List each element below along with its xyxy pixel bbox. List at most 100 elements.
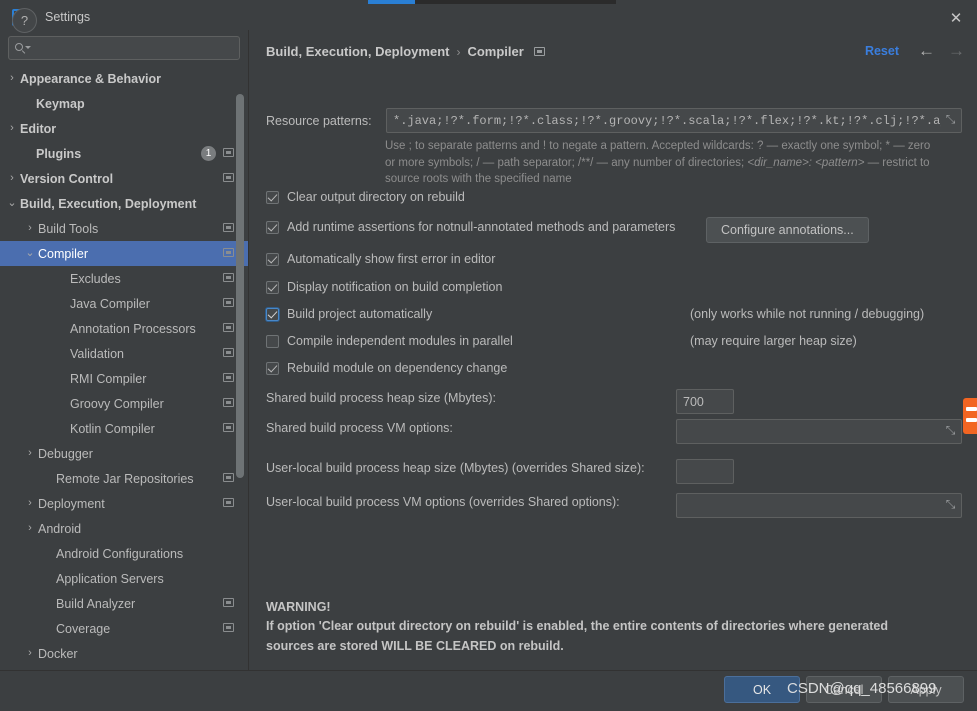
chevron-right-icon[interactable]: › [24, 223, 36, 234]
sidebar-item-coverage[interactable]: Coverage [0, 616, 248, 641]
sidebar-item-label: Build Tools [38, 221, 99, 236]
sidebar-item-groovy-compiler[interactable]: Groovy Compiler [0, 391, 248, 416]
sidebar-item-label: Plugins [36, 146, 82, 161]
vm-options-input[interactable]: ⤡ [676, 493, 962, 518]
settings-scope-icon[interactable] [223, 148, 234, 157]
checkbox-row[interactable]: Rebuild module on dependency change [266, 361, 507, 375]
chevron-down-icon[interactable]: ⌄ [24, 248, 36, 259]
chevron-right-icon[interactable]: › [24, 523, 36, 534]
warning-message: WARNING! If option 'Clear output directo… [266, 598, 946, 656]
sidebar-item-keymap[interactable]: Keymap [0, 91, 248, 116]
checkbox-row[interactable]: Clear output directory on rebuild [266, 190, 465, 204]
checkbox-icon[interactable] [266, 334, 279, 348]
chevron-right-icon[interactable]: › [6, 173, 18, 184]
field-label: User-local build process heap size (Mbyt… [266, 461, 645, 475]
settings-scope-icon[interactable] [223, 423, 234, 432]
resource-patterns-field[interactable]: *.java;!?*.form;!?*.class;!?*.groovy;!?*… [386, 108, 962, 133]
settings-scope-icon[interactable] [223, 623, 234, 632]
checkbox-icon[interactable] [266, 220, 279, 234]
breadcrumb-parent[interactable]: Build, Execution, Deployment [266, 44, 449, 59]
forward-arrow-icon[interactable]: → [948, 42, 965, 59]
chevron-down-icon[interactable]: ⌄ [6, 198, 18, 209]
sidebar-item-android[interactable]: › Android [0, 516, 248, 541]
settings-scope-icon[interactable] [223, 498, 234, 507]
help-button[interactable]: ? [12, 8, 37, 33]
sidebar-item-docker[interactable]: › Docker [0, 641, 248, 666]
sidebar-item-java-compiler[interactable]: Java Compiler [0, 291, 248, 316]
sidebar-item-editor[interactable]: › Editor [0, 116, 248, 141]
sidebar-item-version-control[interactable]: › Version Control [0, 166, 248, 191]
expand-icon[interactable]: ⤡ [944, 113, 957, 126]
sidebar-item-debugger[interactable]: › Debugger [0, 441, 248, 466]
cancel-button[interactable]: Cancel [806, 676, 882, 703]
settings-scope-icon[interactable] [223, 473, 234, 482]
chevron-right-icon[interactable]: › [6, 73, 18, 84]
settings-scope-icon[interactable] [223, 348, 234, 357]
heap-size-input[interactable] [676, 389, 734, 414]
checkbox-row[interactable]: Display notification on build completion [266, 280, 502, 294]
checkbox-row[interactable]: Compile independent modules in parallel [266, 334, 513, 348]
search-input[interactable] [33, 41, 233, 55]
chevron-right-icon[interactable]: › [24, 448, 36, 459]
sidebar-scrollbar-track[interactable] [236, 62, 246, 662]
sidebar-item-validation[interactable]: Validation [0, 341, 248, 366]
chevron-right-icon[interactable]: › [24, 498, 36, 509]
sidebar-item-application-servers[interactable]: Application Servers [0, 566, 248, 591]
search-box[interactable] [8, 36, 240, 60]
sidebar-item-compiler[interactable]: ⌄ Compiler [0, 241, 248, 266]
back-arrow-icon[interactable]: ← [918, 42, 935, 59]
settings-scope-icon[interactable] [223, 598, 234, 607]
settings-scope-icon[interactable] [223, 248, 234, 257]
field-label: User-local build process VM options (ove… [266, 495, 620, 509]
expand-icon[interactable]: ⤡ [944, 498, 957, 511]
sidebar-item-kotlin-compiler[interactable]: Kotlin Compiler [0, 416, 248, 441]
chevron-right-icon[interactable]: › [6, 123, 18, 134]
checkbox-icon[interactable] [266, 307, 279, 321]
checkbox-icon[interactable] [266, 361, 279, 375]
checkbox-icon[interactable] [266, 190, 279, 204]
sidebar-item-build-execution-deployment[interactable]: ⌄ Build, Execution, Deployment [0, 191, 248, 216]
checkbox-row[interactable]: Automatically show first error in editor [266, 252, 495, 266]
settings-scope-icon[interactable] [533, 47, 545, 56]
sidebar-item-build-analyzer[interactable]: Build Analyzer [0, 591, 248, 616]
sidebar-item-label: Application Servers [56, 571, 164, 586]
sidebar-item-deployment[interactable]: › Deployment [0, 491, 248, 516]
sidebar-item-build-tools[interactable]: › Build Tools [0, 216, 248, 241]
checkbox-icon[interactable] [266, 252, 279, 266]
settings-scope-icon[interactable] [223, 273, 234, 282]
checkbox-row[interactable]: Add runtime assertions for notnull-annot… [266, 220, 675, 234]
sidebar-item-appearance-behavior[interactable]: › Appearance & Behavior [0, 66, 248, 91]
sidebar-item-android-configurations[interactable]: Android Configurations [0, 541, 248, 566]
field-row: Shared build process heap size (Mbytes): [266, 391, 496, 405]
sidebar-item-label: Excludes [70, 271, 121, 286]
search-area [0, 30, 248, 64]
sidebar-item-rmi-compiler[interactable]: RMI Compiler [0, 366, 248, 391]
settings-scope-icon[interactable] [223, 223, 234, 232]
settings-scope-icon[interactable] [223, 373, 234, 382]
configure-annotations-button[interactable]: Configure annotations... [706, 217, 869, 243]
vm-options-input[interactable]: ⤡ [676, 419, 962, 444]
sidebar-item-remote-jar-repositories[interactable]: Remote Jar Repositories [0, 466, 248, 491]
sidebar-item-excludes[interactable]: Excludes [0, 266, 248, 291]
settings-scope-icon[interactable] [223, 398, 234, 407]
checkbox-label: Display notification on build completion [287, 280, 503, 294]
settings-scope-icon[interactable] [223, 323, 234, 332]
sidebar-item-label: Debugger [38, 446, 93, 461]
apply-button[interactable]: Apply [888, 676, 964, 703]
checkbox-row[interactable]: Build project automatically [266, 307, 432, 321]
settings-scope-icon[interactable] [223, 298, 234, 307]
breadcrumb-current: Compiler [467, 44, 524, 59]
ok-button[interactable]: OK [724, 676, 800, 703]
sidebar-scrollbar-thumb[interactable] [236, 94, 244, 478]
close-icon[interactable]: ✕ [945, 7, 967, 29]
breadcrumb: Build, Execution, Deployment › Compiler [266, 44, 545, 59]
settings-main-panel: Build, Execution, Deployment › Compiler … [250, 30, 977, 670]
reset-link[interactable]: Reset [865, 44, 899, 58]
sidebar-item-annotation-processors[interactable]: Annotation Processors [0, 316, 248, 341]
heap-size-input[interactable] [676, 459, 734, 484]
expand-icon[interactable]: ⤡ [944, 424, 957, 437]
sidebar-item-plugins[interactable]: Plugins 1 [0, 141, 248, 166]
checkbox-icon[interactable] [266, 280, 279, 294]
chevron-right-icon[interactable]: › [24, 648, 36, 659]
settings-scope-icon[interactable] [223, 173, 234, 182]
